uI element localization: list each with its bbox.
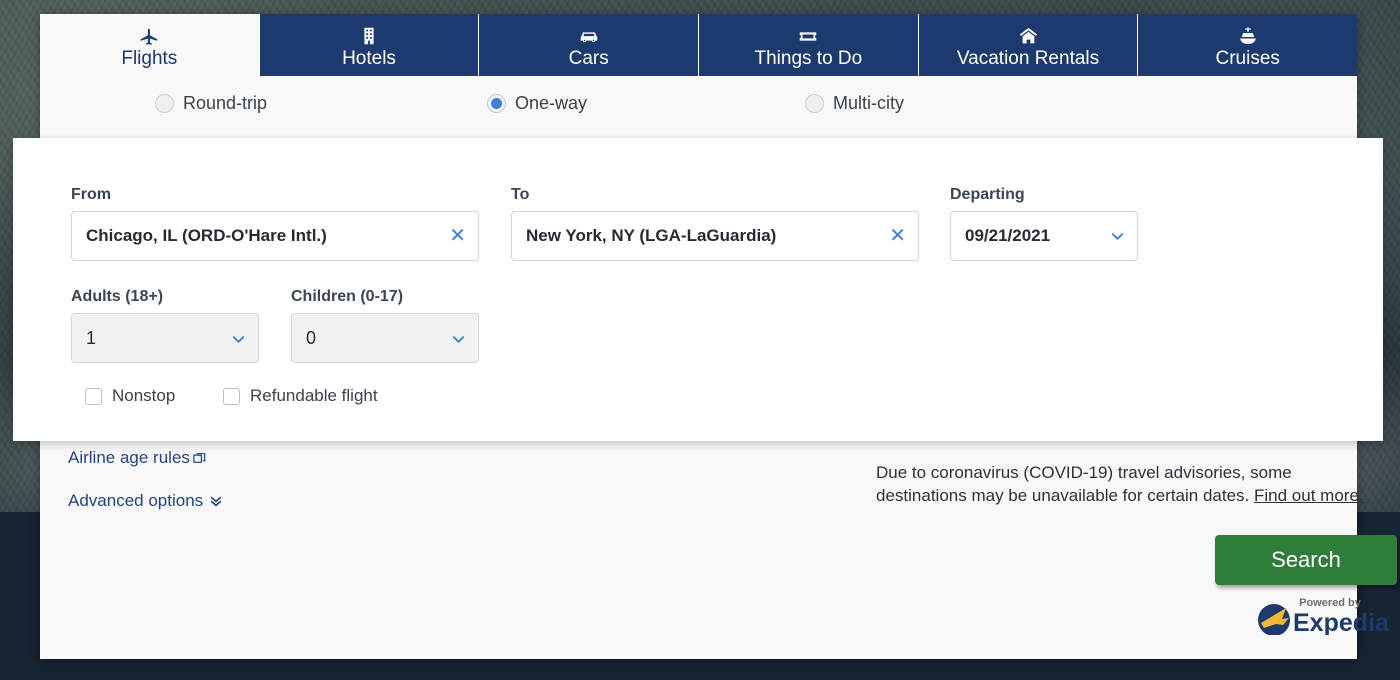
departing-date-input[interactable]: 09/21/2021 bbox=[950, 211, 1138, 261]
adults-label: Adults (18+) bbox=[71, 288, 259, 306]
external-window-icon bbox=[193, 452, 206, 465]
chevron-down-icon bbox=[451, 331, 466, 346]
nonstop-label: Nonstop bbox=[112, 386, 175, 406]
from-clear-icon[interactable]: ✕ bbox=[449, 226, 466, 246]
tab-label: Things to Do bbox=[754, 48, 862, 70]
radio-indicator bbox=[805, 94, 824, 113]
from-value: Chicago, IL (ORD-O'Hare Intl.) bbox=[86, 226, 327, 246]
checkbox-indicator bbox=[223, 388, 240, 405]
car-icon bbox=[577, 25, 601, 47]
building-icon bbox=[358, 25, 380, 47]
tab-things-to-do[interactable]: Things to Do bbox=[699, 14, 919, 76]
children-select[interactable]: 0 bbox=[291, 313, 479, 363]
find-out-more-link[interactable]: Find out more. bbox=[1254, 486, 1364, 505]
radio-label: One-way bbox=[515, 93, 587, 114]
search-button[interactable]: Search bbox=[1215, 535, 1397, 585]
tab-cruises[interactable]: Cruises bbox=[1138, 14, 1357, 76]
refundable-flight-checkbox[interactable]: Refundable flight bbox=[223, 386, 378, 406]
children-label: Children (0-17) bbox=[291, 288, 479, 306]
to-input[interactable]: New York, NY (LGA-LaGuardia) ✕ bbox=[511, 211, 919, 261]
radio-indicator bbox=[155, 94, 174, 113]
chevron-down-icon bbox=[1110, 229, 1125, 244]
chevron-down-icon bbox=[231, 331, 246, 346]
cruise-ship-icon bbox=[1237, 25, 1259, 47]
from-label: From bbox=[71, 186, 479, 204]
radio-round-trip[interactable]: Round-trip bbox=[155, 93, 267, 114]
tab-flights[interactable]: Flights bbox=[40, 14, 260, 76]
tab-label: Vacation Rentals bbox=[957, 48, 1099, 70]
powered-by-expedia-logo: Powered by Expedia · bbox=[1256, 593, 1390, 635]
radio-label: Round-trip bbox=[183, 93, 267, 114]
to-value: New York, NY (LGA-LaGuardia) bbox=[526, 226, 776, 246]
tab-label: Cars bbox=[569, 48, 609, 70]
checkbox-indicator bbox=[85, 388, 102, 405]
radio-label: Multi-city bbox=[833, 93, 904, 114]
refundable-label: Refundable flight bbox=[250, 386, 378, 406]
tab-cars[interactable]: Cars bbox=[479, 14, 699, 76]
airplane-icon bbox=[138, 25, 160, 47]
svg-text:·: · bbox=[1385, 613, 1389, 625]
tab-label: Cruises bbox=[1215, 48, 1279, 70]
field-to: To New York, NY (LGA-LaGuardia) ✕ bbox=[511, 186, 919, 261]
advanced-options-link[interactable]: Advanced options bbox=[68, 491, 222, 511]
departing-value: 09/21/2021 bbox=[965, 226, 1050, 246]
field-adults: Adults (18+) 1 bbox=[71, 288, 259, 363]
flight-search-form-panel: From Chicago, IL (ORD-O'Hare Intl.) ✕ To… bbox=[13, 138, 1383, 441]
field-children: Children (0-17) 0 bbox=[291, 288, 479, 363]
tab-label: Hotels bbox=[342, 48, 396, 70]
page-root: Flights Hotels Cars bbox=[0, 0, 1400, 680]
link-label: Advanced options bbox=[68, 491, 203, 511]
adults-select[interactable]: 1 bbox=[71, 313, 259, 363]
field-from: From Chicago, IL (ORD-O'Hare Intl.) ✕ bbox=[71, 186, 479, 261]
to-clear-icon[interactable]: ✕ bbox=[889, 226, 906, 246]
svg-text:Powered by: Powered by bbox=[1299, 597, 1362, 609]
children-value: 0 bbox=[306, 328, 316, 349]
product-tab-bar: Flights Hotels Cars bbox=[40, 14, 1357, 76]
tab-hotels[interactable]: Hotels bbox=[260, 14, 480, 76]
svg-text:Expedia: Expedia bbox=[1293, 609, 1390, 635]
tab-label: Flights bbox=[121, 48, 177, 70]
covid-advisory-notice: Due to coronavirus (COVID-19) travel adv… bbox=[876, 462, 1386, 507]
departing-label: Departing bbox=[950, 186, 1138, 204]
field-departing: Departing 09/21/2021 bbox=[950, 186, 1138, 261]
radio-indicator-selected bbox=[487, 94, 506, 113]
radio-multi-city[interactable]: Multi-city bbox=[805, 93, 904, 114]
link-label: Airline age rules bbox=[68, 448, 190, 468]
home-icon bbox=[1017, 25, 1040, 47]
from-input[interactable]: Chicago, IL (ORD-O'Hare Intl.) ✕ bbox=[71, 211, 479, 261]
adults-value: 1 bbox=[86, 328, 96, 349]
nonstop-checkbox[interactable]: Nonstop bbox=[85, 386, 175, 406]
airline-age-rules-link[interactable]: Airline age rules bbox=[68, 448, 206, 468]
ticket-icon bbox=[796, 25, 820, 47]
double-chevron-down-icon bbox=[210, 494, 222, 508]
to-label: To bbox=[511, 186, 919, 204]
covid-advisory-text: Due to coronavirus (COVID-19) travel adv… bbox=[876, 463, 1292, 505]
tab-vacation-rentals[interactable]: Vacation Rentals bbox=[919, 14, 1139, 76]
radio-one-way[interactable]: One-way bbox=[487, 93, 587, 114]
trip-type-row: Round-trip One-way Multi-city bbox=[40, 76, 1357, 140]
